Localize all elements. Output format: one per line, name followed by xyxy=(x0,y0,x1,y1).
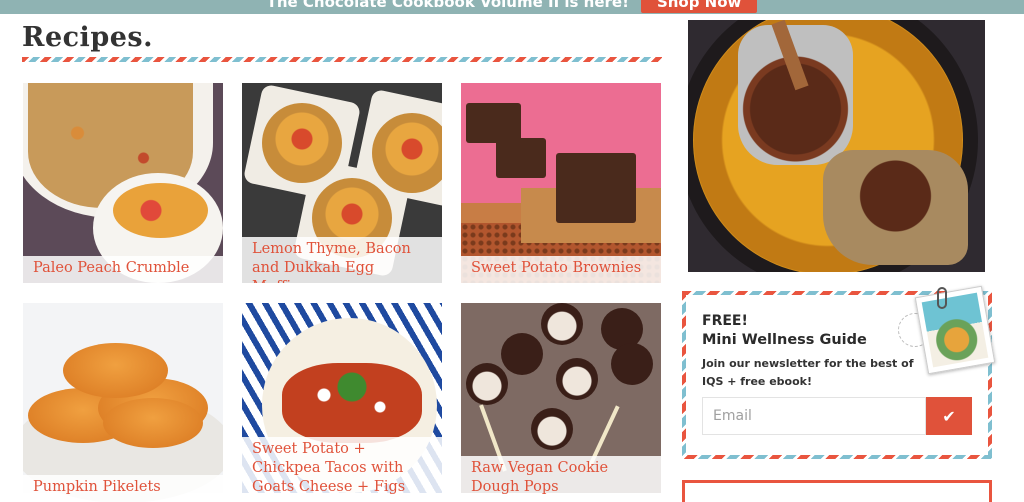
checkmark-icon: ✔ xyxy=(942,406,956,426)
toast xyxy=(823,150,968,265)
sidebar-widget-partial xyxy=(682,480,992,502)
recipe-card-sweet-potato-tacos[interactable]: Sweet Potato + Chickpea Tacos with Goats… xyxy=(242,303,442,502)
brownie xyxy=(556,153,636,223)
recipe-image[interactable] xyxy=(23,303,223,502)
cookie-pop xyxy=(466,363,508,405)
cookie-pop xyxy=(556,358,598,400)
brownie xyxy=(466,103,521,143)
recipe-card-paleo-peach-crumble[interactable]: Paleo Peach Crumble xyxy=(23,83,223,283)
cookie-pop xyxy=(501,333,543,375)
recipe-title[interactable]: Sweet Potato Brownies xyxy=(461,256,661,283)
recipe-card-pumpkin-pikelets[interactable]: Pumpkin Pikelets xyxy=(23,303,223,502)
pancake xyxy=(103,398,203,448)
recipe-card-sweet-potato-brownies[interactable]: Sweet Potato Brownies xyxy=(461,83,661,283)
newsletter-free-label: FREE! xyxy=(702,313,748,329)
section-title: Recipes. xyxy=(22,22,153,53)
recipe-title[interactable]: Lemon Thyme, Bacon and Dukkah Egg Muffin… xyxy=(242,237,442,283)
cookie-pop xyxy=(611,343,653,385)
striped-divider xyxy=(22,57,662,62)
email-field[interactable] xyxy=(702,397,926,435)
newsletter-submit-button[interactable]: ✔ xyxy=(926,397,972,435)
promo-banner: The Chocolate Cookbook Volume II is here… xyxy=(0,0,1024,14)
recipe-card-egg-muffins[interactable]: Lemon Thyme, Bacon and Dukkah Egg Muffin… xyxy=(242,83,442,283)
recipe-title[interactable]: Paleo Peach Crumble xyxy=(23,256,223,283)
newsletter-signup: FREE! Mini Wellness Guide Join our newsl… xyxy=(682,285,996,459)
sidebar-featured-image[interactable] xyxy=(688,20,985,272)
newsletter-panel: FREE! Mini Wellness Guide Join our newsl… xyxy=(686,285,996,455)
paperclip-icon xyxy=(937,287,947,309)
recipe-title[interactable]: Sweet Potato + Chickpea Tacos with Goats… xyxy=(242,437,442,502)
muffin xyxy=(372,113,442,193)
sidebar-widget-panel xyxy=(685,483,989,502)
pancake xyxy=(63,343,168,398)
recipe-title[interactable]: Pumpkin Pikelets xyxy=(23,475,223,502)
shop-now-button[interactable]: Shop Now xyxy=(640,0,758,13)
newsletter-title: Mini Wellness Guide xyxy=(702,332,867,348)
cookie-pop xyxy=(531,408,573,450)
promo-text: The Chocolate Cookbook Volume II is here… xyxy=(266,0,629,11)
recipe-card-cookie-dough-pops[interactable]: Raw Vegan Cookie Dough Pops xyxy=(461,303,661,502)
muffin xyxy=(262,103,342,183)
recipe-image[interactable] xyxy=(461,83,661,283)
newsletter-description: Join our newsletter for the best of IQS … xyxy=(702,357,914,388)
fruit xyxy=(113,183,208,238)
recipe-title[interactable]: Raw Vegan Cookie Dough Pops xyxy=(461,456,661,502)
chocolate-jar xyxy=(738,25,853,165)
taco-filling xyxy=(282,363,422,443)
brownie xyxy=(496,138,546,178)
recipe-image[interactable] xyxy=(23,83,223,283)
cookie-pop xyxy=(541,303,583,345)
